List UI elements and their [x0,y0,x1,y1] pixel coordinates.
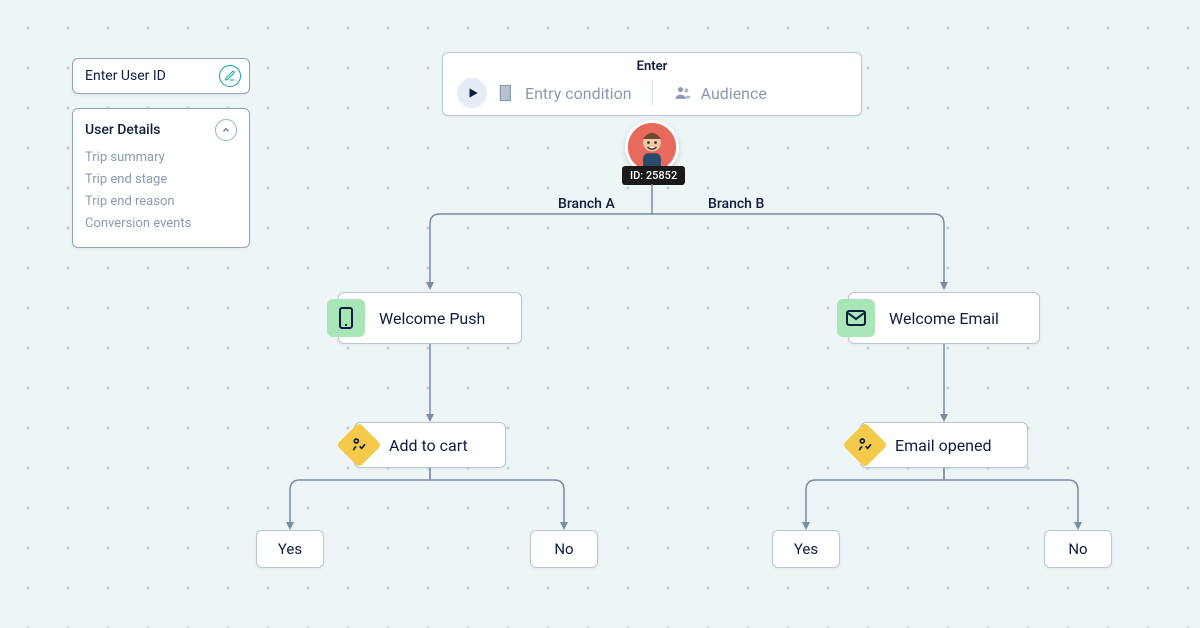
node-label: Email opened [895,436,992,455]
enter-title: Enter [443,53,861,74]
yes-leaf[interactable]: Yes [256,530,324,568]
user-details-list: Trip summary Trip end stage Trip end rea… [85,147,237,235]
play-button[interactable] [457,78,487,108]
list-item[interactable]: Trip summary [85,147,237,169]
audience-slot[interactable]: Audience [673,83,767,103]
user-id-input-box[interactable]: Enter User ID [72,58,250,94]
branch-b-label: Branch B [708,196,764,212]
edit-icon[interactable] [219,65,241,87]
user-id-placeholder: Enter User ID [85,68,166,84]
entry-condition-slot[interactable]: Entry condition [497,83,632,103]
node-label: Add to cart [389,436,468,455]
node-label: Welcome Email [889,309,999,328]
email-opened-node[interactable]: Email opened [860,422,1028,468]
separator [652,81,653,105]
email-icon [837,299,875,337]
user-id-badge: ID: 25852 [622,166,685,185]
welcome-push-node[interactable]: Welcome Push [338,292,522,344]
audience-icon [673,83,693,103]
welcome-email-node[interactable]: Welcome Email [848,292,1040,344]
add-to-cart-node[interactable]: Add to cart [354,422,506,468]
node-label: Welcome Push [379,309,485,328]
chevron-up-icon[interactable] [215,119,237,141]
list-item[interactable]: Trip end reason [85,191,237,213]
mobile-icon [327,299,365,337]
door-icon [497,83,517,103]
no-leaf[interactable]: No [530,530,598,568]
yes-leaf[interactable]: Yes [772,530,840,568]
list-item[interactable]: Conversion events [85,213,237,235]
list-item[interactable]: Trip end stage [85,169,237,191]
user-details-title: User Details [85,122,160,138]
user-details-header[interactable]: User Details [85,119,237,141]
user-details-panel: User Details Trip summary Trip end stage… [72,108,250,248]
branch-a-label: Branch A [558,196,615,212]
no-leaf[interactable]: No [1044,530,1112,568]
enter-node[interactable]: Enter Entry condition Audience [442,52,862,116]
